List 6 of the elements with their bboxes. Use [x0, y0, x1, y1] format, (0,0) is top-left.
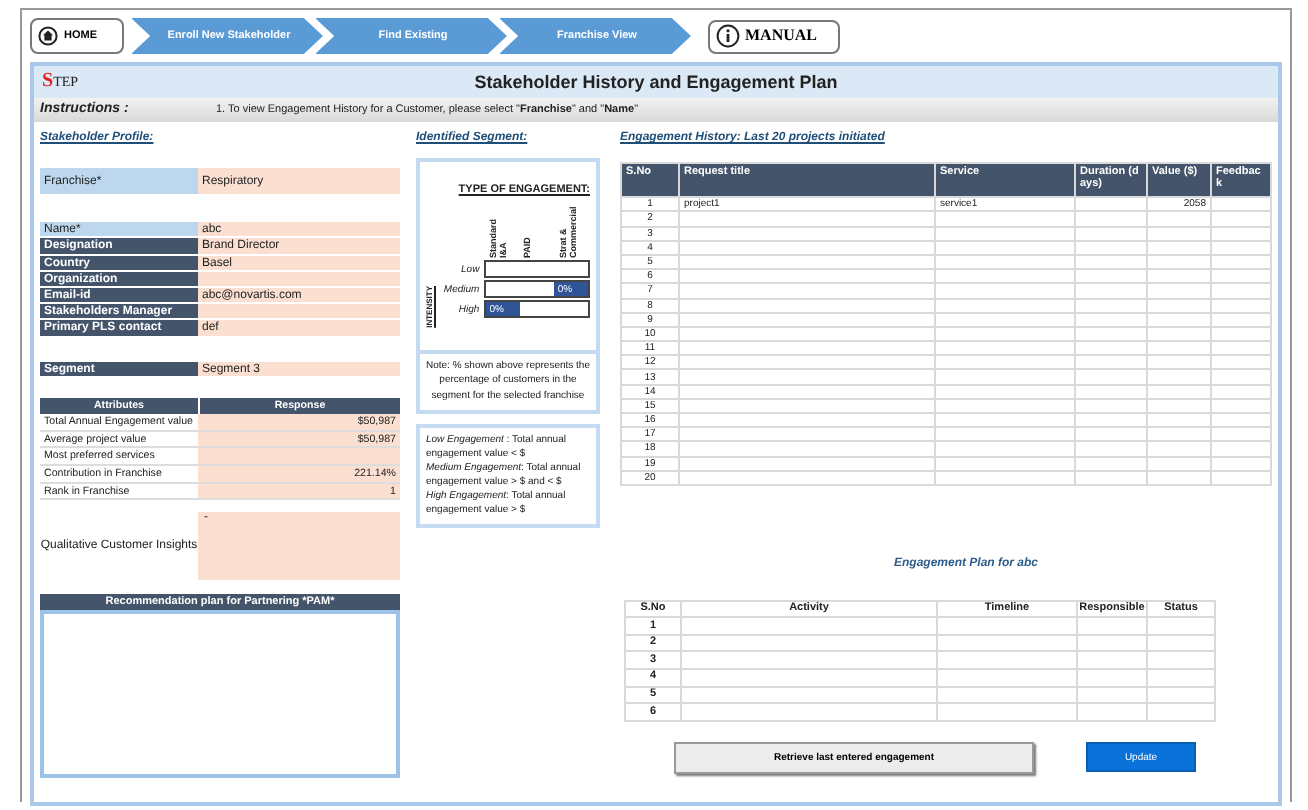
home-icon	[38, 26, 58, 46]
recommendation-box[interactable]	[40, 610, 400, 779]
page-title: Stakeholder History and Engagement Plan	[472, 71, 840, 93]
info-icon	[715, 24, 739, 48]
field-value[interactable]	[198, 304, 400, 319]
manual-button[interactable]: MANUAL	[707, 19, 839, 53]
